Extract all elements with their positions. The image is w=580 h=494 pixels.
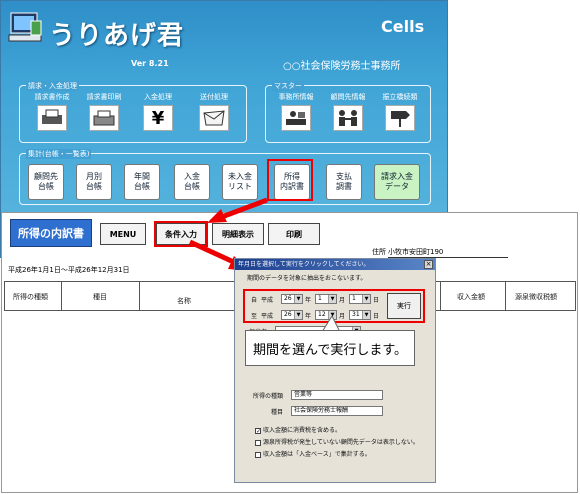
transfer-settings-button[interactable]: 振立橋続類: [382, 92, 418, 131]
close-icon[interactable]: ×: [424, 260, 433, 269]
transfer-settings-label: 振立橋続類: [382, 93, 418, 101]
billing-group: 請求・入金処理 請求書作成 請求書印刷 入金処理 ¥ 送付処理: [19, 81, 247, 143]
office-info-button[interactable]: 事務所情報: [278, 92, 314, 131]
invoice-printer-icon: [37, 105, 67, 131]
print-invoice-label: 請求書印刷: [86, 93, 122, 101]
address-label: 住所: [372, 248, 386, 256]
envelope-icon: [199, 105, 229, 131]
col-income-type: 所得の種類: [13, 293, 48, 301]
payment-ledger-button[interactable]: 入金 台帳: [174, 164, 210, 200]
arrow-to-conditions-icon: [207, 197, 268, 223]
col-category: 種目: [93, 293, 107, 301]
checkbox-hide-no-withholding-box[interactable]: [255, 439, 261, 446]
payment-processing-label: 入金処理: [144, 93, 172, 101]
computer-logo-icon: [7, 9, 45, 47]
brand-logo: Cells: [381, 17, 425, 36]
income-type-label: 所得の種類: [253, 393, 284, 400]
col-income-amount: 収入金額: [457, 293, 485, 301]
checkbox-include-tax-label: 収入金額に消費税を含める。: [263, 427, 342, 434]
checkbox-payment-basis-box[interactable]: [255, 451, 261, 458]
category-field[interactable]: 社会保険労務士報酬: [291, 406, 383, 416]
handshake-icon: [333, 105, 363, 131]
master-group-title: マスター: [272, 81, 304, 91]
office-name: ○○社会保険労務士事務所: [283, 61, 401, 72]
payment-record-button[interactable]: 支払 調書: [326, 164, 362, 200]
print-invoice-button[interactable]: 請求書印刷: [86, 92, 122, 131]
version-label: Ver 8.21: [131, 59, 169, 68]
ledger-group-title: 集計(台帳・一覧表): [26, 149, 92, 159]
income-type-field[interactable]: 営業等: [291, 390, 383, 400]
send-processing-button[interactable]: 送付処理: [196, 92, 232, 131]
monthly-ledger-button[interactable]: 月別 台帳: [76, 164, 112, 200]
client-ledger-button[interactable]: 顧問先 台帳: [28, 164, 64, 200]
payment-processing-button[interactable]: 入金処理 ¥: [140, 92, 176, 131]
yen-icon: ¥: [143, 105, 173, 131]
billing-group-title: 請求・入金処理: [26, 81, 79, 91]
office-info-label: 事務所情報: [278, 93, 314, 101]
master-group: マスター 事務所情報 顧問先情報 振立橋続類: [265, 81, 431, 143]
dialog-instruction: 期間のデータを対象に抽出をおこないます。: [247, 275, 367, 282]
annual-ledger-button[interactable]: 年間 台帳: [124, 164, 160, 200]
checkbox-hide-no-withholding-label: 源泉所得税が発生していない顧問先データは表示しない。: [263, 439, 419, 446]
unpaid-list-button[interactable]: 未入金 リスト: [222, 164, 258, 200]
send-processing-label: 送付処理: [200, 93, 228, 101]
col-withholding-tax: 源泉徴収税額: [515, 293, 557, 301]
menu-button[interactable]: MENU: [100, 223, 146, 245]
app-title: うりあげ君: [49, 21, 185, 51]
checkbox-include-tax-box[interactable]: ✓: [255, 427, 261, 434]
print-button[interactable]: 印刷: [268, 223, 320, 245]
create-invoice-label: 請求書作成: [34, 93, 70, 101]
period-text: 平成26年1月1日～平成26年12月31日: [8, 266, 130, 274]
office-desk-icon: [281, 105, 311, 131]
checkbox-hide-no-withholding[interactable]: 源泉所得税が発生していない顧問先データは表示しない。: [255, 437, 419, 446]
billing-payment-data-button[interactable]: 請求入金 データ: [374, 164, 420, 200]
col-name: 名称: [177, 297, 191, 305]
printer-icon: [89, 105, 119, 131]
checkbox-include-tax[interactable]: ✓ 収入金額に消費税を含める。: [255, 425, 341, 434]
client-info-label: 顧問先情報: [330, 93, 366, 101]
dialog-title: 年月日を選択して実行をクリックしてください。: [235, 259, 435, 270]
checkbox-payment-basis-label: 収入金額は「入金ベース」で集計する。: [263, 451, 371, 458]
report-title: 所得の内訳書: [10, 219, 92, 247]
checkbox-payment-basis[interactable]: 収入金額は「入金ベース」で集計する。: [255, 449, 371, 458]
date-range-dialog: 年月日を選択して実行をクリックしてください。 × 期間のデータを対象に抽出をおこ…: [234, 258, 436, 483]
client-info-button[interactable]: 顧問先情報: [330, 92, 366, 131]
category-label: 種目: [271, 409, 284, 416]
signpost-icon: [385, 105, 415, 131]
instruction-callout: 期間を選んで実行します。: [245, 330, 415, 366]
highlight-income-breakdown: [267, 159, 313, 201]
address-value: 小牧市安田町190: [388, 247, 508, 258]
create-invoice-button[interactable]: 請求書作成: [34, 92, 70, 131]
